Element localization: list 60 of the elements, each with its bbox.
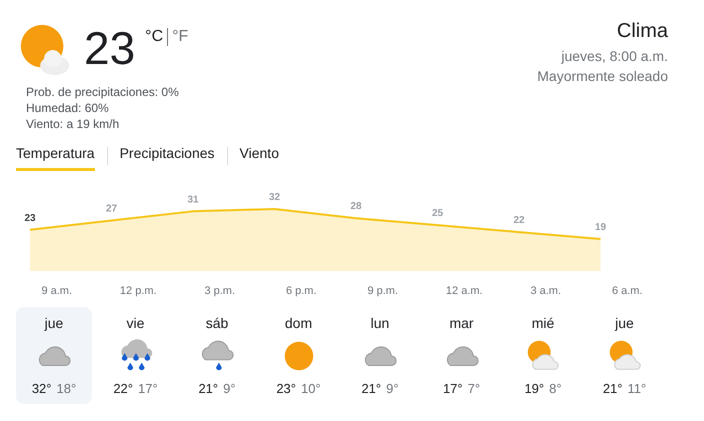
date-time: jueves, 8:00 a.m. [561, 47, 668, 66]
time-label: 3 a.m. [529, 285, 562, 297]
unit-toggle[interactable]: °F [172, 28, 188, 46]
time-label: 6 a.m. [610, 285, 644, 297]
day-forecast[interactable]: lun 21° 9° [342, 307, 418, 404]
day-name: mar [449, 314, 474, 333]
time-label: 3 p.m. [203, 285, 236, 297]
current-temperature: 23 [84, 21, 136, 76]
low-temperature: 7° [468, 381, 480, 396]
day-name: jue [44, 314, 64, 333]
high-temperature: 21° [198, 381, 218, 396]
weather-detail: Prob. de precipitaciones: 0% [26, 84, 180, 100]
high-temperature: 17° [442, 381, 463, 396]
high-temperature: 32° [32, 381, 52, 396]
day-forecast[interactable]: dom 23° 10° [260, 307, 336, 404]
day-forecast[interactable]: jue 32° 18° [16, 307, 92, 404]
day-name: vie [126, 314, 144, 333]
low-temperature: 10° [301, 381, 321, 396]
weather-detail: Humedad: 60% [26, 100, 110, 116]
data-label: 25 [432, 208, 444, 220]
data-label: 27 [106, 204, 118, 215]
tab[interactable]: Viento [240, 140, 279, 171]
data-label: 22 [513, 215, 525, 226]
weather-condition: Mayormente soleado [537, 67, 668, 86]
low-temperature: 18° [56, 381, 76, 396]
low-temperature: 9° [386, 381, 399, 396]
day-forecast[interactable]: vie 22° 17° [98, 307, 174, 404]
day-forecast[interactable]: mar 17° 7° [424, 307, 500, 404]
time-label: 9 p.m. [366, 285, 400, 297]
day-name: dom [284, 314, 312, 333]
unit-toggle[interactable]: °C [145, 28, 164, 46]
low-temperature: 8° [549, 381, 562, 396]
day-name: jue [615, 314, 634, 333]
low-temperature: 11° [627, 381, 646, 396]
tab[interactable]: Temperatura [16, 140, 95, 171]
day-name: mié [532, 314, 554, 333]
day-name: sáb [206, 314, 228, 333]
day-forecast[interactable]: mié 19° 8° [505, 307, 581, 404]
data-label: 28 [350, 201, 362, 212]
high-temperature: 19° [524, 381, 544, 396]
time-label: 9 a.m. [40, 285, 74, 297]
low-temperature: 17° [138, 381, 158, 396]
time-label: 12 p.m. [118, 285, 158, 297]
data-label: 31 [187, 194, 199, 206]
day-forecast[interactable]: jue 21° 11° [586, 307, 662, 404]
data-label: 23 [24, 212, 36, 224]
day-forecast[interactable]: sáb 21° 9° [179, 307, 255, 404]
high-temperature: 22° [113, 381, 133, 396]
day-name: lun [370, 314, 390, 333]
high-temperature: 23° [276, 381, 296, 396]
data-label: 19 [594, 222, 606, 233]
time-label: 6 p.m. [284, 285, 318, 297]
location-title: Clima [616, 19, 668, 44]
data-label: 32 [268, 192, 280, 203]
high-temperature: 21° [602, 381, 622, 396]
high-temperature: 21° [361, 381, 382, 396]
weather-detail: Viento: a 19 km/h [26, 116, 120, 132]
tab[interactable]: Precipitaciones [120, 140, 215, 171]
time-label: 12 a.m. [444, 285, 484, 297]
low-temperature: 9° [223, 381, 236, 396]
